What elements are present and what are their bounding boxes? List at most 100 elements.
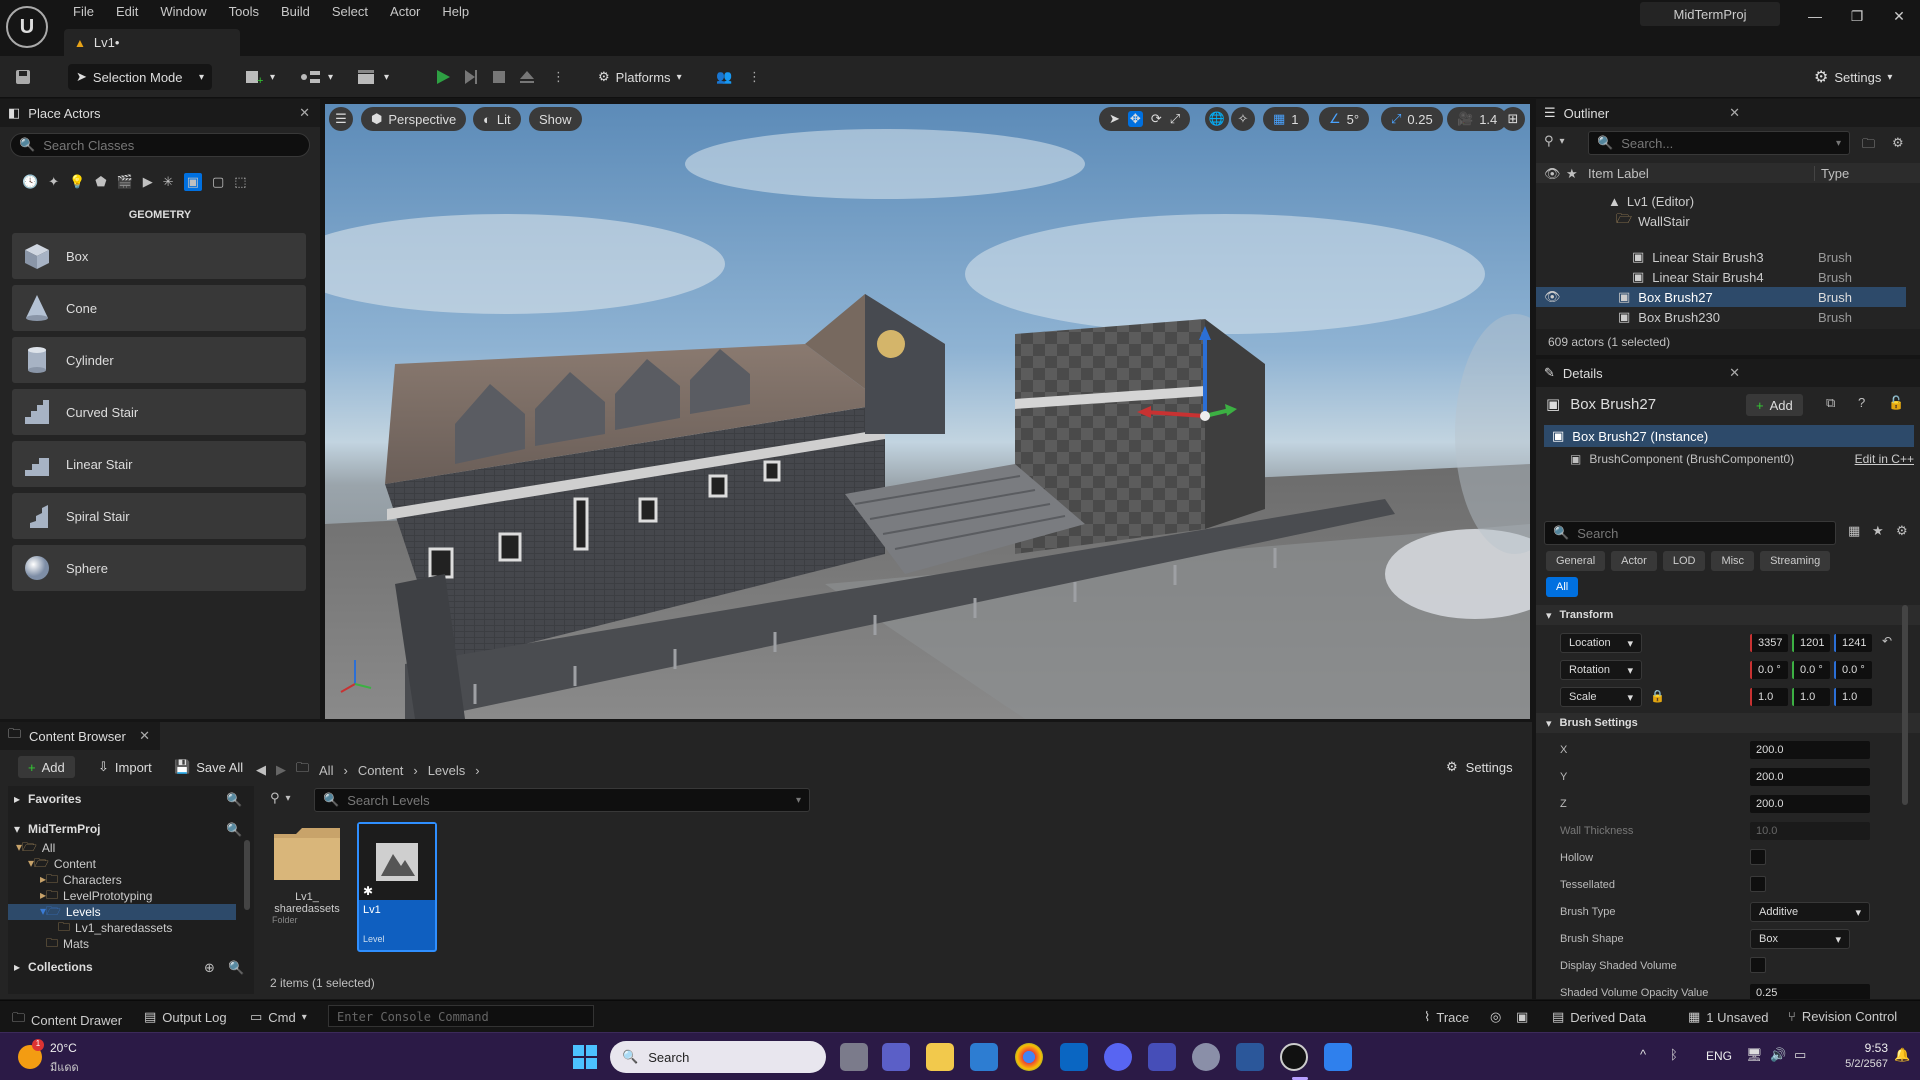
derived-data-button[interactable]: ▤ Derived Data [1552,1009,1646,1025]
brush-type-dropdown[interactable]: Additive ▾ [1750,902,1870,922]
content-drawer-button[interactable]: 🗀 Content Drawer [12,1009,122,1031]
filter-icon[interactable]: ⚲ ▾ [1544,133,1565,149]
gear-icon[interactable]: ⚙ [1896,523,1908,539]
actor-curved-stair[interactable]: Curved Stair [12,389,306,435]
forward-icon[interactable]: ▶ [276,762,286,778]
project-header[interactable]: ▾ MidTermProj [14,822,100,836]
scale-snap-toggle[interactable]: ⤢ 0.25 [1381,107,1443,131]
y-field[interactable]: 200.0 [1750,768,1870,786]
tab-lod[interactable]: LOD [1662,551,1706,571]
tree-item-lv1-sharedassets[interactable]: 🗀 Lv1_sharedassets [58,920,172,936]
show-button[interactable]: Show [529,107,582,131]
step-icon[interactable] [462,64,480,90]
trace-button[interactable]: ⌇ Trace [1424,1009,1469,1025]
tree-item-mats[interactable]: 🗀 Mats [46,936,89,952]
menu-actor[interactable]: Actor [379,2,431,24]
shaded-opacity-field[interactable]: 0.25 [1750,984,1870,999]
lit-button[interactable]: ◐ Lit [473,107,521,131]
revision-control-button[interactable]: ⑂ Revision Control [1788,1009,1897,1024]
viewport-layout-icon[interactable]: ⊞ [1501,107,1525,131]
tab-all[interactable]: All [1546,577,1579,597]
basic-icon[interactable]: ✦ [48,174,59,190]
location-x-field[interactable]: 3357 [1750,634,1788,652]
more-options-icon[interactable]: ⋮ [552,64,565,90]
scale-icon[interactable]: ⤢ [1170,111,1180,127]
item-label-header[interactable]: Item Label [1588,166,1649,181]
close-icon[interactable]: ✕ [1729,105,1740,121]
stop-icon[interactable] [490,64,508,90]
eye-icon[interactable]: 👁 [1544,289,1561,305]
minimize-icon[interactable]: — [1794,0,1836,32]
tessellated-checkbox[interactable] [1750,876,1766,892]
menu-file[interactable]: File [62,2,105,24]
details-tab[interactable]: ✎ Details ✕ [1536,359,1920,387]
instance-row[interactable]: ▣ Box Brush27 (Instance) [1544,425,1914,447]
windows-start-icon[interactable] [572,1044,598,1070]
taskbar-search[interactable]: 🔍 Search [610,1041,826,1073]
location-z-field[interactable]: 1241 [1834,634,1872,652]
teams-icon[interactable] [1148,1043,1176,1071]
close-icon[interactable]: ✕ [139,728,150,744]
cmd-dropdown[interactable]: ▭ Cmd ▾ [250,1009,307,1025]
lock-icon[interactable]: 🔓 [1888,395,1904,411]
cinematics-icon[interactable]: ▾ [356,64,389,90]
import-button[interactable]: ⇩ Import [98,759,152,775]
outliner-row[interactable]: ▣ Linear Stair Brush3 Brush [1536,247,1906,267]
edit-cpp-link[interactable]: Edit in C++ [1855,452,1914,466]
outliner-row-folder[interactable]: 🗁 WallStair [1536,211,1906,231]
outliner-row[interactable]: ▣ Box Brush230 Brush [1536,307,1906,327]
blueprint-icon[interactable]: ▾ [300,64,333,90]
location-y-field[interactable]: 1201 [1792,634,1830,652]
lock-icon[interactable]: 🔒 [1650,689,1665,703]
level-viewport[interactable]: ☰ ⬢ Perspective ◐ Lit Show ➤ ✥ ⟳ ⤢ 🌐 ✧ ▦… [325,104,1530,719]
close-icon[interactable]: ✕ [299,105,310,121]
record-icon[interactable]: ◎ [1490,1009,1501,1025]
restore-icon[interactable]: ❐ [1836,0,1878,32]
collections-header[interactable]: ▸ Collections [14,960,93,974]
tree-item-content[interactable]: ▾🗁 Content [28,856,96,872]
add-folder-icon[interactable]: 🗀 [1862,135,1875,157]
menu-help[interactable]: Help [431,2,480,24]
rotation-y-field[interactable]: 0.0 ° [1792,661,1830,679]
close-icon[interactable]: ✕ [1878,0,1920,32]
actor-spiral-stair[interactable]: Spiral Stair [12,493,306,539]
gear-icon[interactable]: ⚙ [1892,135,1904,151]
lights-icon[interactable]: 💡 [69,174,85,190]
angle-snap-toggle[interactable]: ∠ 5° [1319,107,1370,131]
favorites-header[interactable]: ▸ Favorites [14,792,81,806]
task-view-icon[interactable] [840,1043,868,1071]
teams-meet-icon[interactable] [882,1043,910,1071]
transform-section-header[interactable]: ▾ Transform [1536,605,1920,625]
language-indicator[interactable]: ENG [1706,1049,1732,1063]
rotation-x-field[interactable]: 0.0 ° [1750,661,1788,679]
x-field[interactable]: 200.0 [1750,741,1870,759]
menu-edit[interactable]: Edit [105,2,149,24]
search-icon[interactable]: 🔍 [226,822,242,838]
place-actors-tab[interactable]: ◧ Place Actors ✕ [0,99,320,127]
translate-icon[interactable]: ✥ [1127,111,1143,127]
store-icon[interactable] [970,1043,998,1071]
source-control-icon[interactable]: 👥 [716,64,732,90]
component-row[interactable]: ▣ BrushComponent (BrushComponent0) Edit … [1570,449,1914,469]
outliner-search-input[interactable]: 🔍 Search... ▾ [1588,131,1850,155]
shapes-icon[interactable]: ⬟ [95,174,106,190]
search-icon[interactable]: 🔍 [228,960,244,976]
details-search-input[interactable]: 🔍 Search [1544,521,1836,545]
favorites-icon[interactable]: ⬚ [234,174,246,190]
filter-icon[interactable]: ⚲ ▾ [270,790,291,806]
tab-streaming[interactable]: Streaming [1760,551,1831,571]
bluetooth-icon[interactable]: ᛒ [1670,1047,1678,1062]
rotation-z-field[interactable]: 0.0 ° [1834,661,1872,679]
surface-snap-icon[interactable]: ✧ [1231,107,1255,131]
back-icon[interactable]: ◀ [256,762,266,778]
clock-time[interactable]: 9:53 [1838,1041,1888,1055]
star-icon[interactable]: ★ [1872,523,1884,539]
close-icon[interactable]: ✕ [1729,365,1740,381]
scale-y-field[interactable]: 1.0 [1792,688,1830,706]
tree-scrollbar[interactable] [244,840,250,910]
search-classes-input[interactable]: 🔍 Search Classes [10,133,310,157]
brush-shape-dropdown[interactable]: Box ▾ [1750,929,1850,949]
outliner-row[interactable]: ▣ Linear Stair Brush4 Brush [1536,267,1906,287]
tab-actor[interactable]: Actor [1611,551,1657,571]
chrome-icon[interactable] [1015,1043,1043,1071]
